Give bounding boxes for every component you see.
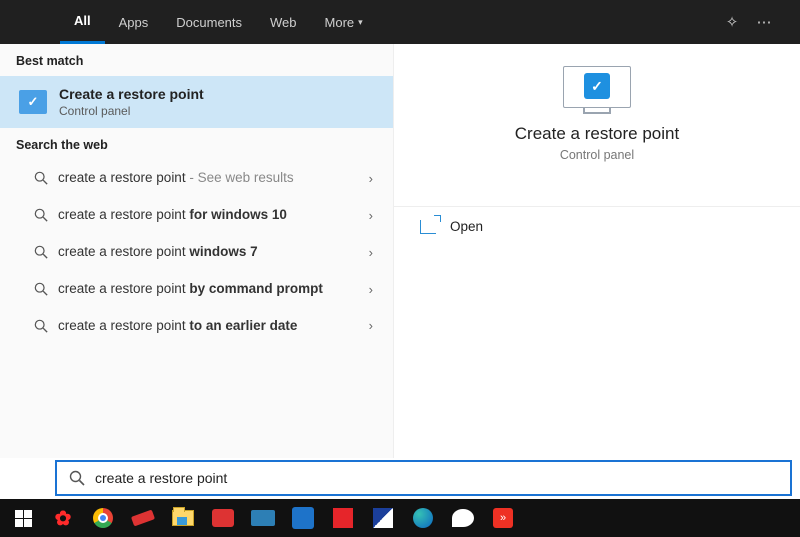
web-result-text: create a restore point by command prompt (32, 281, 363, 298)
mail-icon (292, 507, 314, 529)
red-square-icon (333, 508, 353, 528)
taskbar-app-contrast[interactable] (366, 503, 400, 533)
search-web-header: Search the web (0, 128, 393, 160)
taskbar-app-file-explorer[interactable] (166, 503, 200, 533)
taskbar-app-mail[interactable] (286, 503, 320, 533)
taskbar-app-dove[interactable] (446, 503, 480, 533)
open-label: Open (450, 219, 483, 234)
restore-point-icon (19, 90, 47, 114)
results-list: Best match Create a restore point Contro… (0, 44, 394, 458)
chevron-right-icon[interactable]: › (363, 318, 379, 333)
tab-web[interactable]: Web (256, 0, 311, 44)
search-scope-tabs: All Apps Documents Web More▾ ✧ ⋯ (0, 0, 800, 44)
start-button[interactable] (6, 503, 40, 533)
search-icon (34, 171, 48, 185)
best-match-title: Create a restore point (59, 86, 204, 102)
search-icon (34, 245, 48, 259)
windows-logo-icon (15, 510, 32, 527)
preview-subtitle: Control panel (414, 148, 780, 162)
usb-icon (131, 510, 155, 527)
tab-more[interactable]: More▾ (311, 0, 377, 44)
web-result-text: create a restore point to an earlier dat… (32, 318, 363, 335)
chrome-icon (93, 508, 113, 528)
chevron-right-icon[interactable]: › (363, 282, 379, 297)
preview-actions: Open (394, 206, 800, 246)
contrast-icon (373, 508, 393, 528)
preview-title: Create a restore point (414, 124, 780, 144)
anydesk-icon: » (493, 508, 513, 528)
taskbar-app-chrome[interactable] (86, 503, 120, 533)
taskbar-app-huawei[interactable]: ✿ (46, 503, 80, 533)
tab-apps[interactable]: Apps (105, 0, 163, 44)
disk-icon (251, 510, 275, 526)
web-result-text: create a restore point - See web results (32, 170, 363, 187)
taskbar: ✿ » (0, 499, 800, 537)
search-bar[interactable] (55, 460, 792, 496)
dove-icon (452, 509, 474, 527)
web-result[interactable]: create a restore point windows 7 › (0, 234, 393, 271)
preview-pane: Create a restore point Control panel Ope… (394, 44, 800, 458)
web-result[interactable]: create a restore point by command prompt… (0, 271, 393, 308)
search-icon (69, 470, 85, 486)
pdf-icon (212, 509, 234, 527)
search-results-body: Best match Create a restore point Contro… (0, 44, 800, 458)
chevron-right-icon[interactable]: › (363, 245, 379, 260)
web-result[interactable]: create a restore point for windows 10 › (0, 197, 393, 234)
web-result[interactable]: create a restore point - See web results… (0, 160, 393, 197)
web-result-text: create a restore point for windows 10 (32, 207, 363, 224)
taskbar-app-disk[interactable] (246, 503, 280, 533)
folder-icon (172, 510, 194, 526)
search-icon (34, 319, 48, 333)
restore-point-large-icon (560, 66, 634, 118)
search-icon (34, 208, 48, 222)
best-match-result[interactable]: Create a restore point Control panel (0, 76, 393, 128)
best-match-header: Best match (0, 44, 393, 76)
tab-all[interactable]: All (60, 0, 105, 44)
taskbar-app-usb[interactable] (126, 503, 160, 533)
chevron-right-icon[interactable]: › (363, 171, 379, 186)
web-result[interactable]: create a restore point to an earlier dat… (0, 308, 393, 345)
search-input[interactable] (95, 470, 790, 486)
taskbar-app-edge[interactable] (406, 503, 440, 533)
chevron-right-icon[interactable]: › (363, 208, 379, 223)
open-action[interactable]: Open (394, 207, 800, 246)
taskbar-app-anydesk[interactable]: » (486, 503, 520, 533)
taskbar-app-red[interactable] (326, 503, 360, 533)
search-icon (34, 282, 48, 296)
best-match-subtitle: Control panel (59, 104, 204, 118)
feedback-icon[interactable]: ✧ (716, 13, 748, 31)
taskbar-app-pdf[interactable] (206, 503, 240, 533)
open-icon (420, 220, 436, 234)
edge-icon (413, 508, 433, 528)
more-options-icon[interactable]: ⋯ (748, 13, 780, 31)
chevron-down-icon: ▾ (358, 17, 363, 28)
tab-documents[interactable]: Documents (162, 0, 256, 44)
web-result-text: create a restore point windows 7 (32, 244, 363, 261)
